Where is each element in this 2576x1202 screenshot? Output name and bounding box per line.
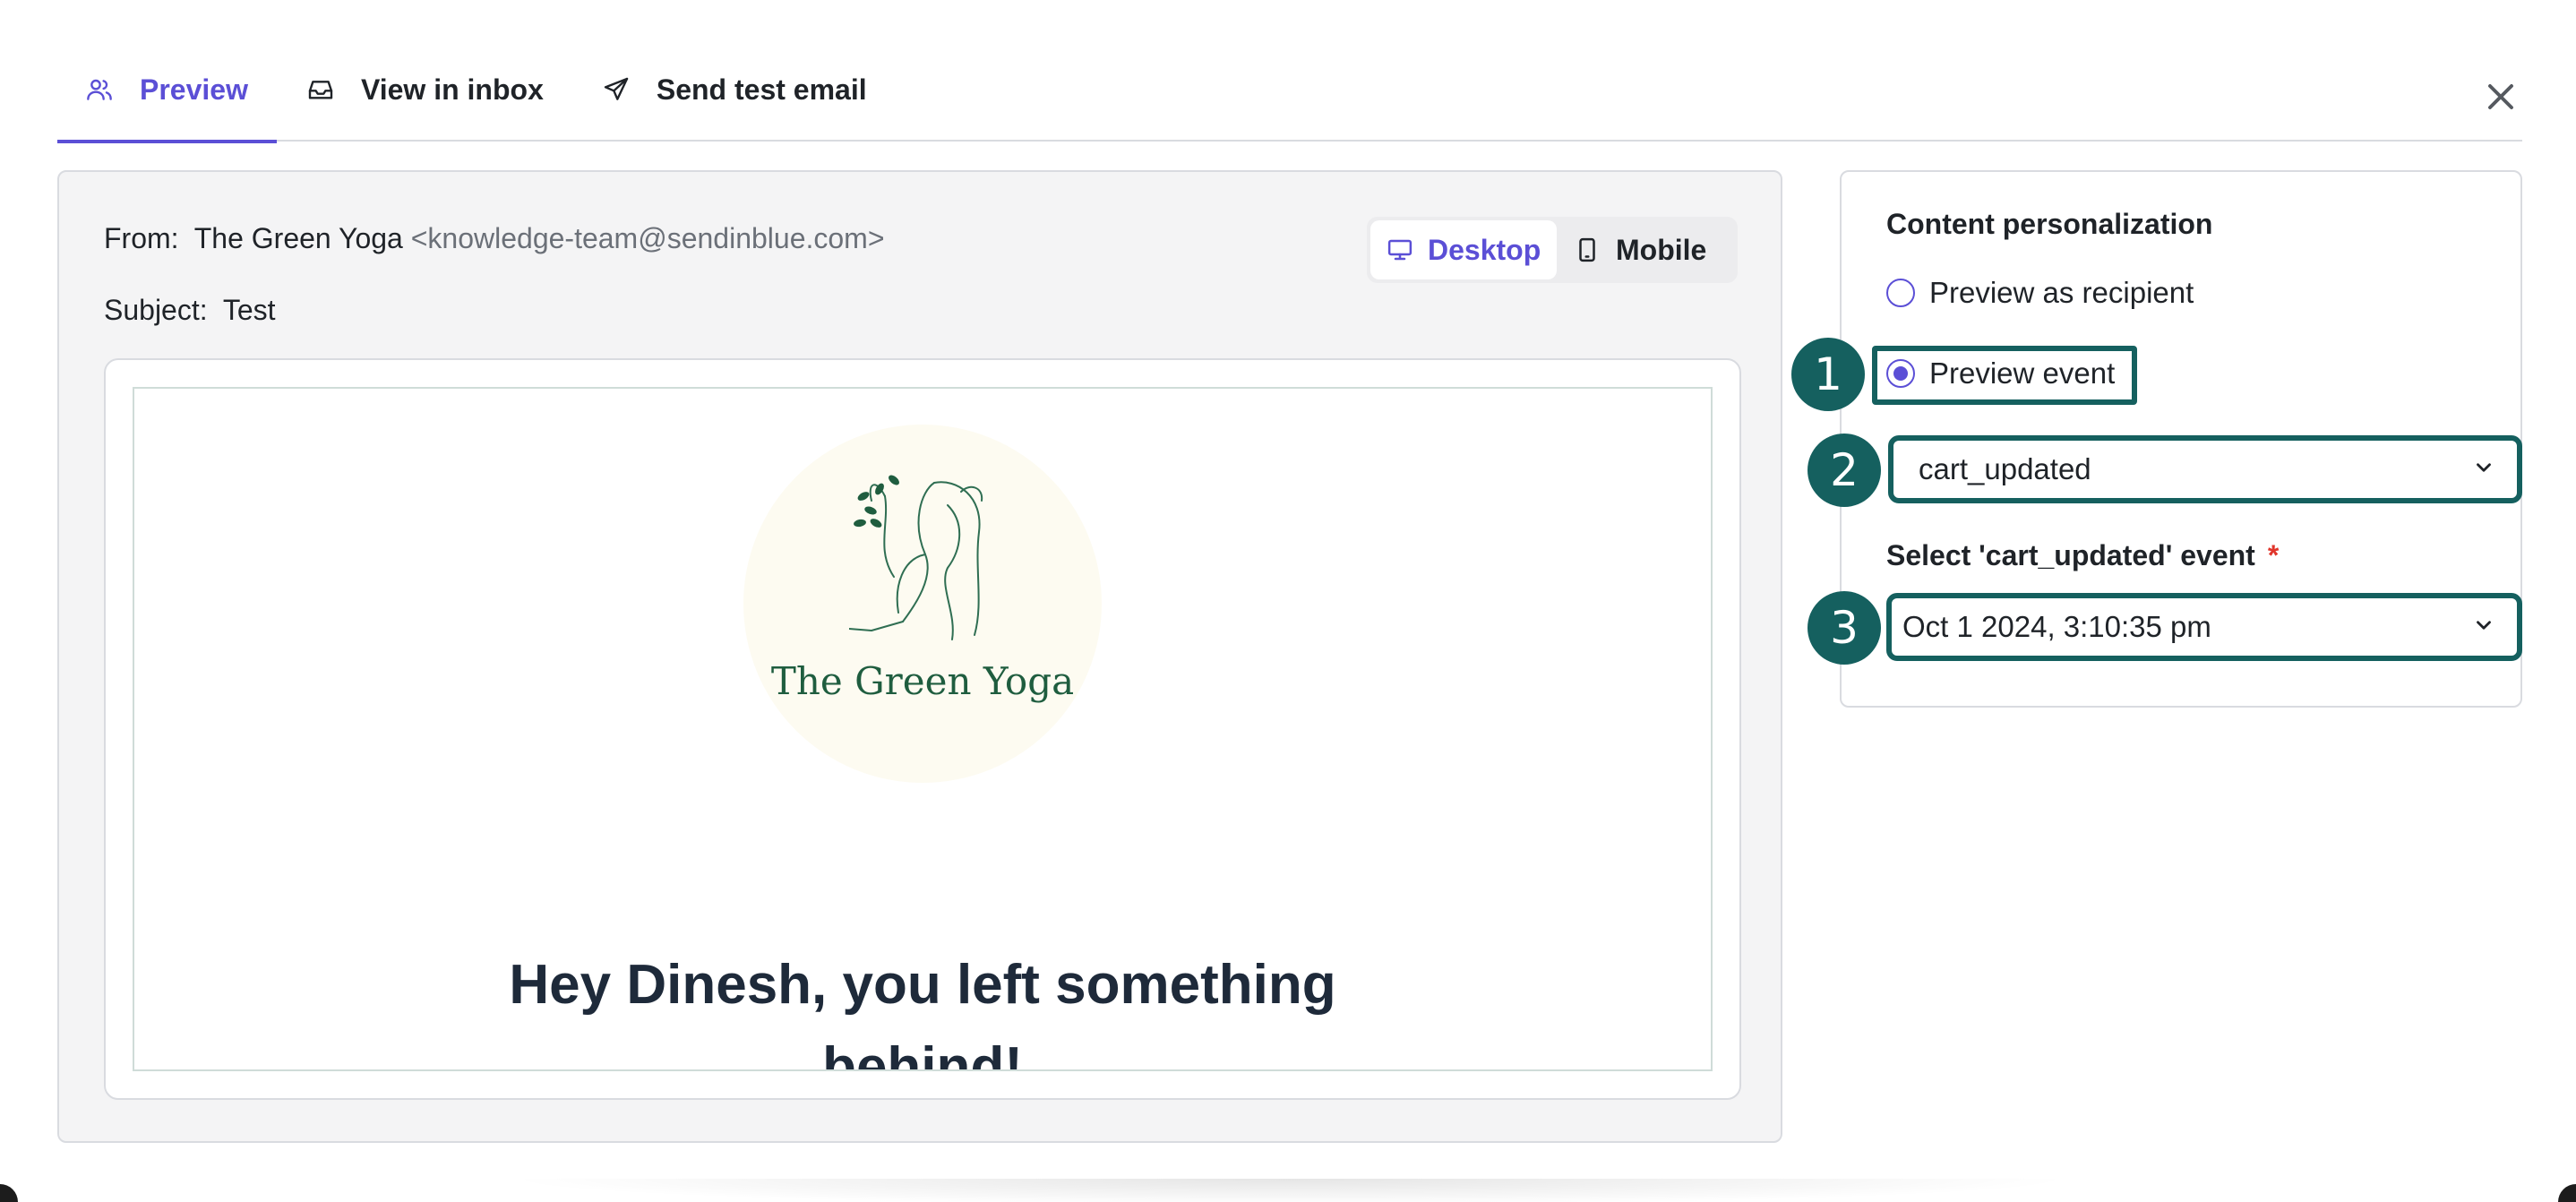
radio-unchecked-icon xyxy=(1886,279,1915,307)
radio-preview-event-label: Preview event xyxy=(1929,356,2116,390)
close-icon xyxy=(2485,81,2517,117)
chevron-down-icon xyxy=(2472,452,2495,486)
email-render-frame: The Green Yoga Hey Dinesh, you left some… xyxy=(104,358,1741,1100)
from-label: From: xyxy=(104,222,179,254)
desktop-label: Desktop xyxy=(1428,233,1541,266)
chevron-down-icon xyxy=(2472,610,2495,644)
event-date-label-text: Select 'cart_updated' event xyxy=(1886,539,2255,571)
mobile-label: Mobile xyxy=(1616,233,1707,266)
subject-line: Subject: Test xyxy=(104,294,276,327)
window-corner-right xyxy=(2558,1184,2576,1202)
step-badge-3: 3 xyxy=(1807,591,1881,665)
email-heading-line-1: Hey Dinesh, you left something xyxy=(509,954,1336,1016)
tabs-divider xyxy=(908,140,2522,142)
tab-view-in-inbox-label: View in inbox xyxy=(360,73,544,106)
brand-logo-text: The Green Yoga xyxy=(770,659,1075,703)
desktop-icon xyxy=(1387,236,1413,264)
event-type-value: cart_updated xyxy=(1919,452,2091,485)
content-personalization-panel: Content personalization Preview as recip… xyxy=(1840,170,2522,708)
from-name: The Green Yoga xyxy=(193,222,403,254)
mobile-icon xyxy=(1573,236,1601,264)
radio-preview-as-recipient[interactable]: Preview as recipient xyxy=(1886,276,2194,310)
close-button[interactable] xyxy=(2479,77,2522,120)
tab-preview[interactable]: Preview xyxy=(57,54,277,143)
tab-view-in-inbox[interactable]: View in inbox xyxy=(277,54,572,125)
email-heading: Hey Dinesh, you left something behind! xyxy=(134,944,1711,1071)
event-type-select[interactable]: cart_updated xyxy=(1888,435,2522,503)
tab-send-test-email[interactable]: Send test email xyxy=(572,54,896,125)
step-badge-2: 2 xyxy=(1807,434,1881,507)
desktop-button[interactable]: Desktop xyxy=(1370,220,1557,279)
radio-checked-icon xyxy=(1886,359,1915,388)
window-corner-left xyxy=(0,1184,18,1202)
event-date-label: Select 'cart_updated' event * xyxy=(1886,539,2279,572)
radio-preview-event[interactable]: Preview event xyxy=(1886,356,2115,391)
event-date-select[interactable]: Oct 1 2024, 3:10:35 pm xyxy=(1886,593,2522,661)
users-icon xyxy=(84,74,115,105)
brand-logo: The Green Yoga xyxy=(743,425,1102,783)
step-badge-1: 1 xyxy=(1791,338,1865,411)
device-toggle: Desktop Mobile xyxy=(1367,217,1738,283)
mobile-button[interactable]: Mobile xyxy=(1557,220,1722,279)
send-icon xyxy=(601,74,631,105)
subject-value: Test xyxy=(222,294,276,326)
modal-footer-shadow xyxy=(502,1179,2078,1202)
personalization-title: Content personalization xyxy=(1886,208,2213,240)
radio-preview-as-recipient-label: Preview as recipient xyxy=(1929,276,2194,309)
tab-preview-label: Preview xyxy=(140,73,248,106)
preview-tabs: Preview View in inbox Send test email xyxy=(57,54,908,143)
required-asterisk: * xyxy=(2267,539,2280,571)
email-preview-panel: From: The Green Yoga <knowledge-team@sen… xyxy=(57,170,1782,1143)
email-heading-line-2: behind! xyxy=(822,1036,1023,1071)
email-body: The Green Yoga Hey Dinesh, you left some… xyxy=(133,387,1713,1071)
inbox-icon xyxy=(305,74,336,105)
yoga-figure-icon xyxy=(849,475,983,640)
tab-send-test-email-label: Send test email xyxy=(656,73,867,106)
from-line: From: The Green Yoga <knowledge-team@sen… xyxy=(104,222,885,255)
subject-label: Subject: xyxy=(104,294,208,326)
from-email: <knowledge-team@sendinblue.com> xyxy=(410,222,885,254)
event-date-value: Oct 1 2024, 3:10:35 pm xyxy=(1902,610,2211,643)
